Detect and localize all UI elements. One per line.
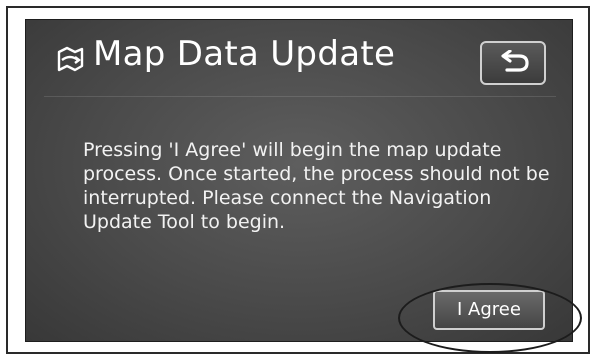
header-divider bbox=[44, 96, 556, 97]
highlight-oval bbox=[398, 283, 582, 353]
page-title: Map Data Update bbox=[93, 34, 396, 74]
update-instructions: Pressing 'I Agree' will begin the map up… bbox=[83, 139, 550, 233]
dialog-header: Map Data Update bbox=[26, 20, 572, 100]
back-button[interactable] bbox=[480, 41, 546, 85]
map-update-icon bbox=[55, 46, 85, 74]
